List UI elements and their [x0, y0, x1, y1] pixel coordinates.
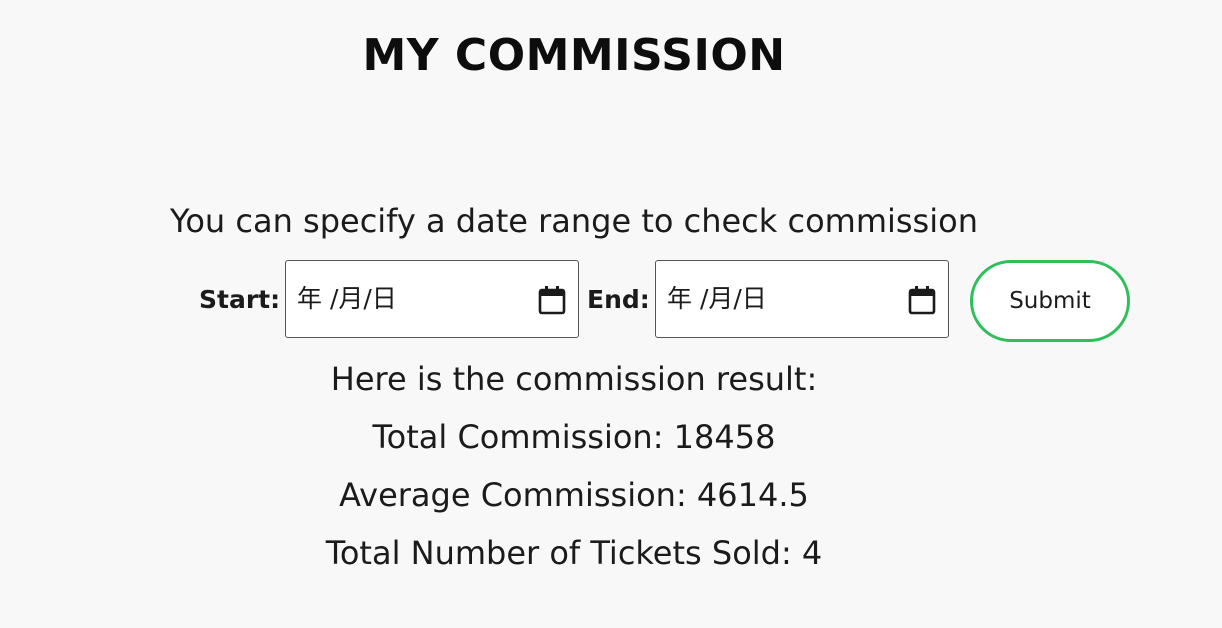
submit-button[interactable]: Submit	[970, 260, 1130, 342]
total-commission: Total Commission: 18458	[372, 418, 776, 456]
start-date-value: 年 /月/日	[297, 284, 397, 313]
start-date-input[interactable]: 年 /月/日	[285, 260, 579, 338]
calendar-icon[interactable]	[908, 285, 936, 315]
result-heading: Here is the commission result:	[330, 360, 818, 398]
calendar-icon[interactable]	[538, 285, 566, 315]
end-date-label: End:	[587, 285, 650, 314]
page-title: MY COMMISSION	[362, 30, 786, 81]
tickets-sold: Total Number of Tickets Sold: 4	[325, 534, 823, 572]
date-range-instruction: You can specify a date range to check co…	[170, 202, 978, 240]
start-date-label: Start:	[199, 285, 281, 314]
end-date-value: 年 /月/日	[667, 284, 767, 313]
average-commission: Average Commission: 4614.5	[339, 476, 809, 514]
end-date-input[interactable]: 年 /月/日	[655, 260, 949, 338]
